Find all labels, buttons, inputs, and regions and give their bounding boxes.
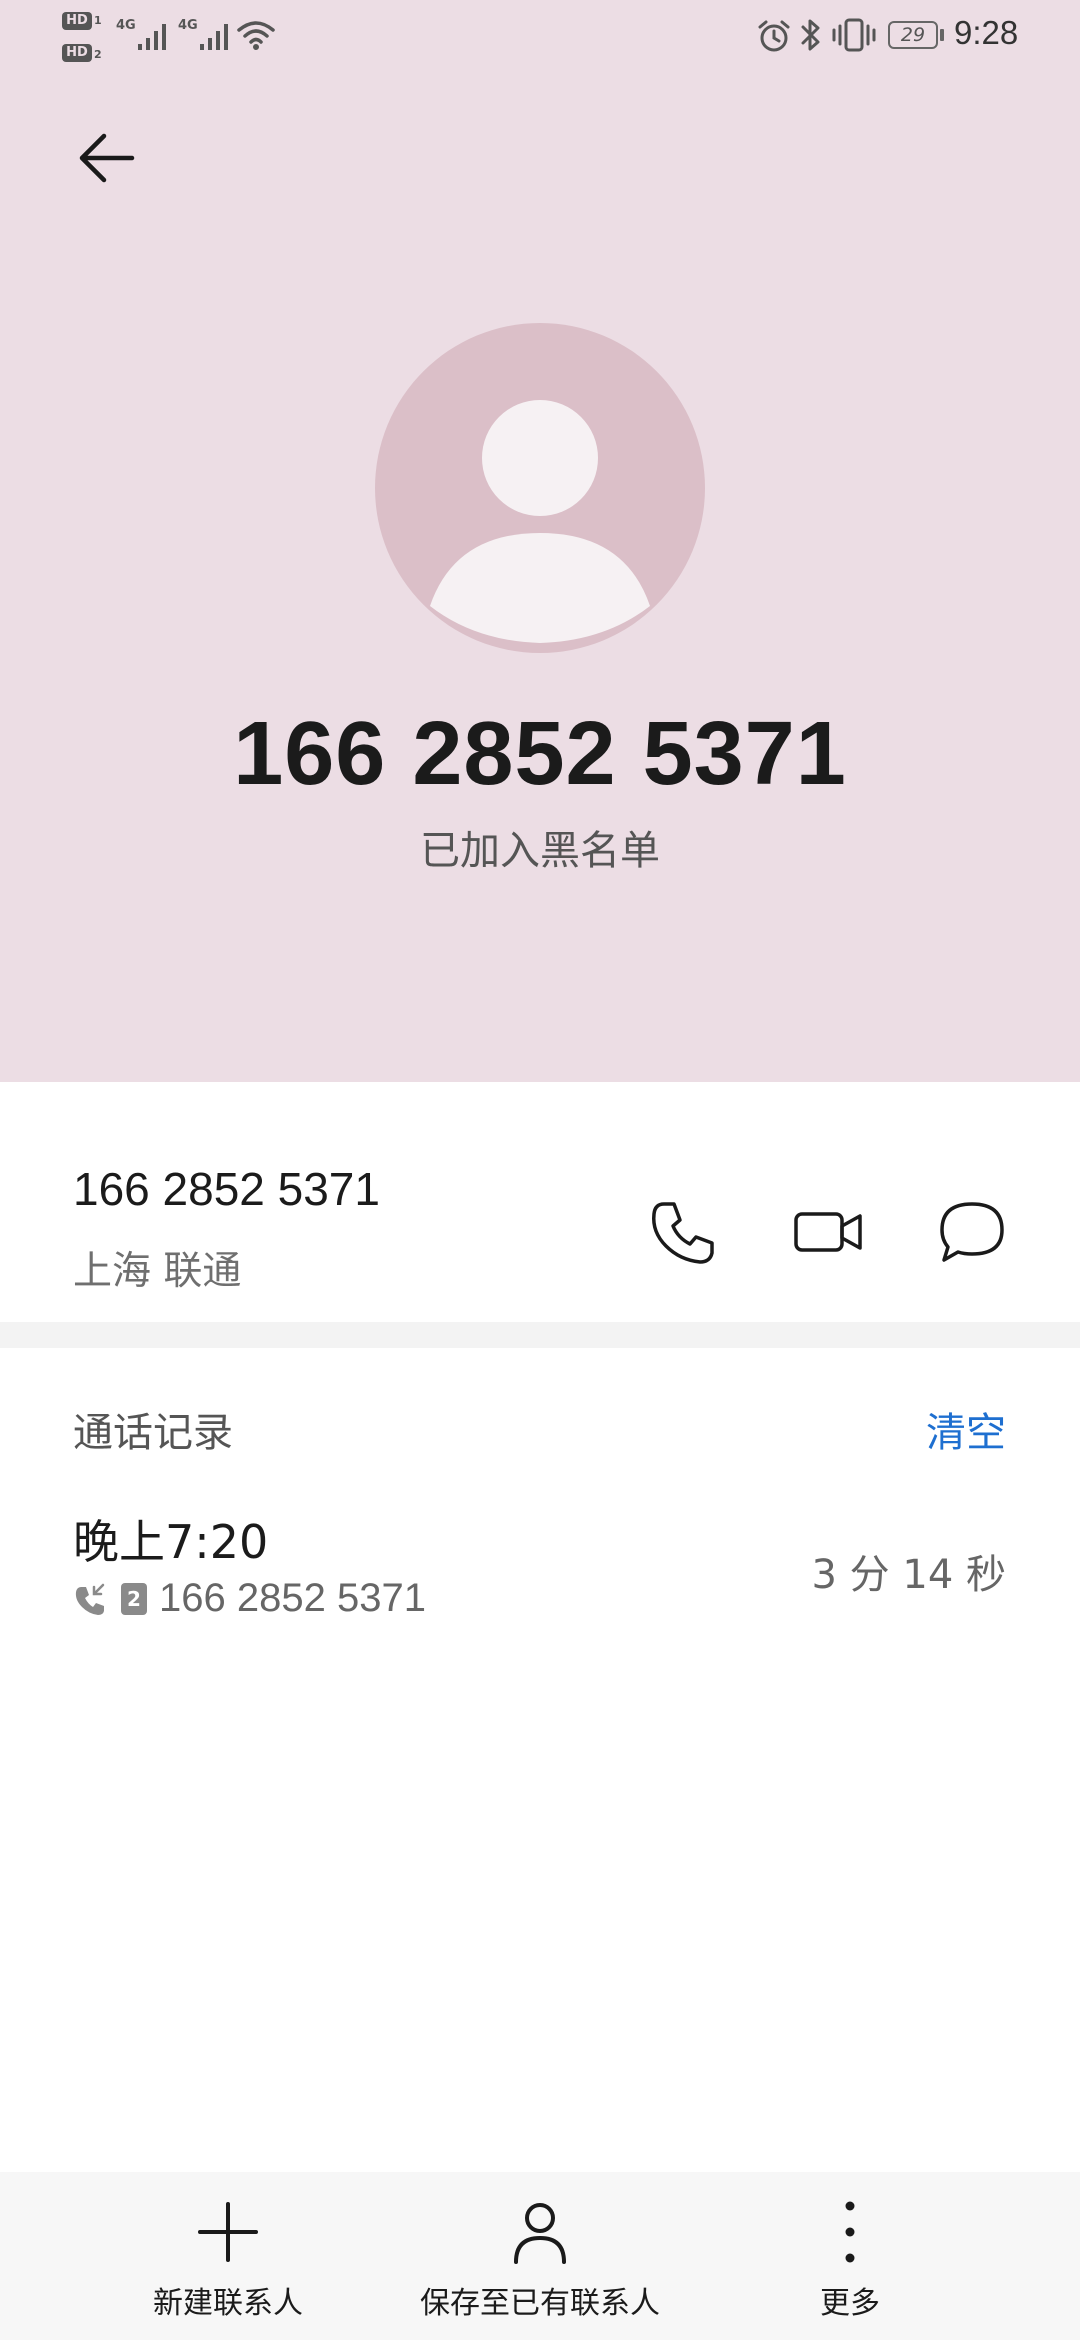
avatar <box>375 323 705 653</box>
contact-number-title: 166 2852 5371 <box>233 704 847 804</box>
save-to-existing-label: 保存至已有联系人 <box>420 2286 660 2321</box>
network-type-2: 4G <box>178 18 198 33</box>
more-vertical-icon <box>845 2201 855 2263</box>
call-number: 166 2852 5371 <box>159 1576 426 1620</box>
phone-icon <box>652 1202 714 1264</box>
arrow-left-icon <box>79 133 135 183</box>
hd-sim-1: 1 <box>94 14 102 27</box>
new-contact-button[interactable]: 新建联系人 <box>124 2172 332 2340</box>
message-button[interactable] <box>932 1192 1012 1272</box>
person-outline-icon <box>514 2203 566 2264</box>
sim-badge: 2 <box>121 1583 147 1615</box>
section-divider <box>0 1322 1080 1348</box>
bottom-action-bar: 新建联系人 保存至已有联系人 更多 <box>0 2172 1080 2340</box>
new-contact-label: 新建联系人 <box>153 2286 303 2321</box>
carrier-location: 上海 联通 <box>73 1249 242 1294</box>
alarm-icon <box>758 20 790 52</box>
video-call-icon <box>794 1212 862 1252</box>
blacklist-status: 已加入黑名单 <box>420 828 660 874</box>
clear-call-log-button[interactable]: 清空 <box>926 1400 1006 1458</box>
hd-badge-1: HD <box>62 12 92 30</box>
phone-number[interactable]: 166 2852 5371 <box>73 1162 380 1216</box>
network-type-1: 4G <box>116 18 136 33</box>
vibrate-icon <box>832 18 876 52</box>
call-duration: 3 分 14 秒 <box>811 1552 1007 1598</box>
bluetooth-icon <box>801 19 820 51</box>
save-to-existing-contact-button[interactable]: 保存至已有联系人 <box>410 2172 670 2340</box>
contact-header: HD 1 HD 2 4G 4G 29 9:28 166 2852 5371 已加… <box>0 0 1080 1082</box>
status-bar: HD 1 HD 2 4G 4G 29 9:28 <box>0 0 1080 72</box>
signal-icon-2 <box>200 24 228 50</box>
plus-icon <box>198 2202 258 2262</box>
message-icon <box>940 1202 1004 1262</box>
battery-tip <box>940 29 944 41</box>
video-call-button[interactable] <box>788 1192 868 1272</box>
call-log-title: 通话记录 <box>73 1410 233 1456</box>
hd-badge-2: HD <box>62 44 92 62</box>
signal-icon <box>138 24 166 50</box>
more-label: 更多 <box>820 2286 880 2321</box>
call-log-entry[interactable]: 晚上7:20 2 166 2852 5371 3 分 14 秒 <box>0 1490 1080 1640</box>
more-button[interactable]: 更多 <box>790 2172 910 2340</box>
number-section: 166 2852 5371 上海 联通 <box>0 1082 1080 1322</box>
back-button[interactable] <box>70 122 146 198</box>
hd-sim-2: 2 <box>94 48 102 61</box>
incoming-call-icon <box>75 1583 105 1615</box>
call-button[interactable] <box>644 1192 724 1272</box>
wifi-icon <box>237 21 275 50</box>
call-time: 晚上7:20 <box>73 1515 269 1569</box>
person-icon <box>430 400 650 643</box>
battery-icon: 29 <box>888 21 938 49</box>
status-time: 9:28 <box>954 14 1019 51</box>
